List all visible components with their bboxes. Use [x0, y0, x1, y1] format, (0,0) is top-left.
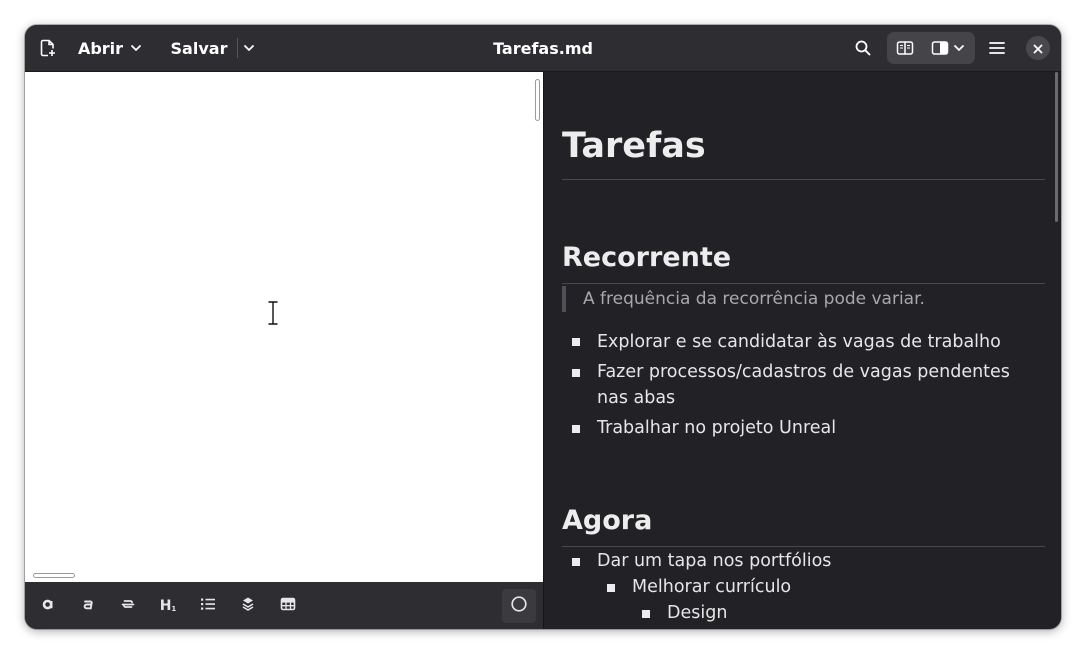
main-menu-button[interactable] — [982, 33, 1012, 63]
list-bullet — [572, 425, 580, 433]
markdown-preview: Tarefas Recorrente A frequência da recor… — [544, 72, 1061, 629]
heading-rule — [562, 179, 1045, 180]
list-bullet — [607, 584, 615, 592]
heading-icon: H 1 — [160, 599, 177, 613]
preview-vertical-scrollbar[interactable] — [1055, 72, 1058, 222]
menu-icon — [988, 40, 1006, 56]
bold-button[interactable] — [36, 594, 60, 618]
bold-icon — [41, 597, 55, 615]
list-item-continuation: nas abas — [597, 388, 676, 408]
blockquote: A frequência da recorrência pode variar. — [562, 286, 925, 312]
code-button[interactable] — [236, 594, 260, 618]
italic-icon — [81, 597, 95, 615]
search-button[interactable] — [848, 33, 878, 63]
save-label: Salvar — [170, 38, 228, 58]
list-item: Explorar e se candidatar às vagas de tra… — [597, 332, 1001, 352]
text-cursor-icon — [266, 300, 280, 330]
app-window: Abrir Salvar Tarefas.md H 1 Tarefas Reco… — [25, 25, 1061, 629]
status-circle-button[interactable] — [502, 589, 536, 623]
save-button[interactable]: Salvar — [165, 33, 233, 63]
heading-2-agora: Agora — [562, 505, 653, 536]
list-bullet — [572, 369, 580, 377]
editor-vertical-scrollbar[interactable] — [535, 79, 540, 121]
heading-button[interactable]: H 1 — [156, 594, 180, 618]
search-icon — [854, 39, 872, 57]
list-item: Trabalhar no projeto Unreal — [597, 418, 837, 438]
table-button[interactable] — [276, 594, 300, 618]
format-toolbar: H 1 — [25, 582, 543, 629]
italic-button[interactable] — [76, 594, 100, 618]
chevron-down-icon — [243, 42, 255, 54]
heading-level: 1 — [171, 605, 177, 613]
heading-rule — [562, 283, 1045, 284]
list-item: Fazer processos/cadastros de vagas pende… — [597, 362, 1010, 382]
new-document-icon — [39, 39, 57, 57]
list-item: Melhorar currículo — [632, 577, 792, 597]
save-options-button[interactable] — [239, 33, 259, 63]
list-bullet — [642, 610, 650, 618]
heading-2-recorrente: Recorrente — [562, 242, 732, 273]
list-icon — [200, 597, 216, 615]
save-separator — [237, 38, 238, 58]
new-document-button[interactable] — [33, 33, 63, 63]
list-item: Design — [667, 603, 728, 623]
markdown-editor[interactable] — [25, 72, 543, 582]
list-button[interactable] — [196, 594, 220, 618]
close-icon — [1033, 39, 1043, 58]
list-bullet — [572, 338, 580, 346]
split-view-icon — [896, 40, 914, 56]
list-item: Dar um tapa nos portfólios — [597, 551, 832, 571]
circle-icon — [510, 595, 528, 617]
sidebar-view-icon — [931, 40, 949, 56]
list-bullet — [572, 558, 580, 566]
heading-rule — [562, 546, 1045, 547]
heading-1: Tarefas — [562, 126, 706, 166]
table-icon — [280, 597, 296, 615]
headerbar: Abrir Salvar Tarefas.md — [25, 25, 1061, 72]
view-mode-group — [887, 32, 975, 64]
chevron-down-icon — [953, 42, 965, 54]
strikethrough-button[interactable] — [116, 594, 140, 618]
close-button[interactable] — [1026, 36, 1050, 60]
open-label: Abrir — [77, 38, 124, 58]
split-view-button[interactable] — [890, 33, 920, 63]
heading-letter: H — [159, 598, 172, 614]
editor-horizontal-scrollbar[interactable] — [33, 573, 75, 578]
chevron-down-icon — [130, 42, 142, 54]
open-button[interactable]: Abrir — [73, 33, 147, 63]
strikethrough-icon — [121, 597, 135, 615]
code-icon — [241, 596, 255, 616]
preview-view-button[interactable] — [925, 33, 971, 63]
